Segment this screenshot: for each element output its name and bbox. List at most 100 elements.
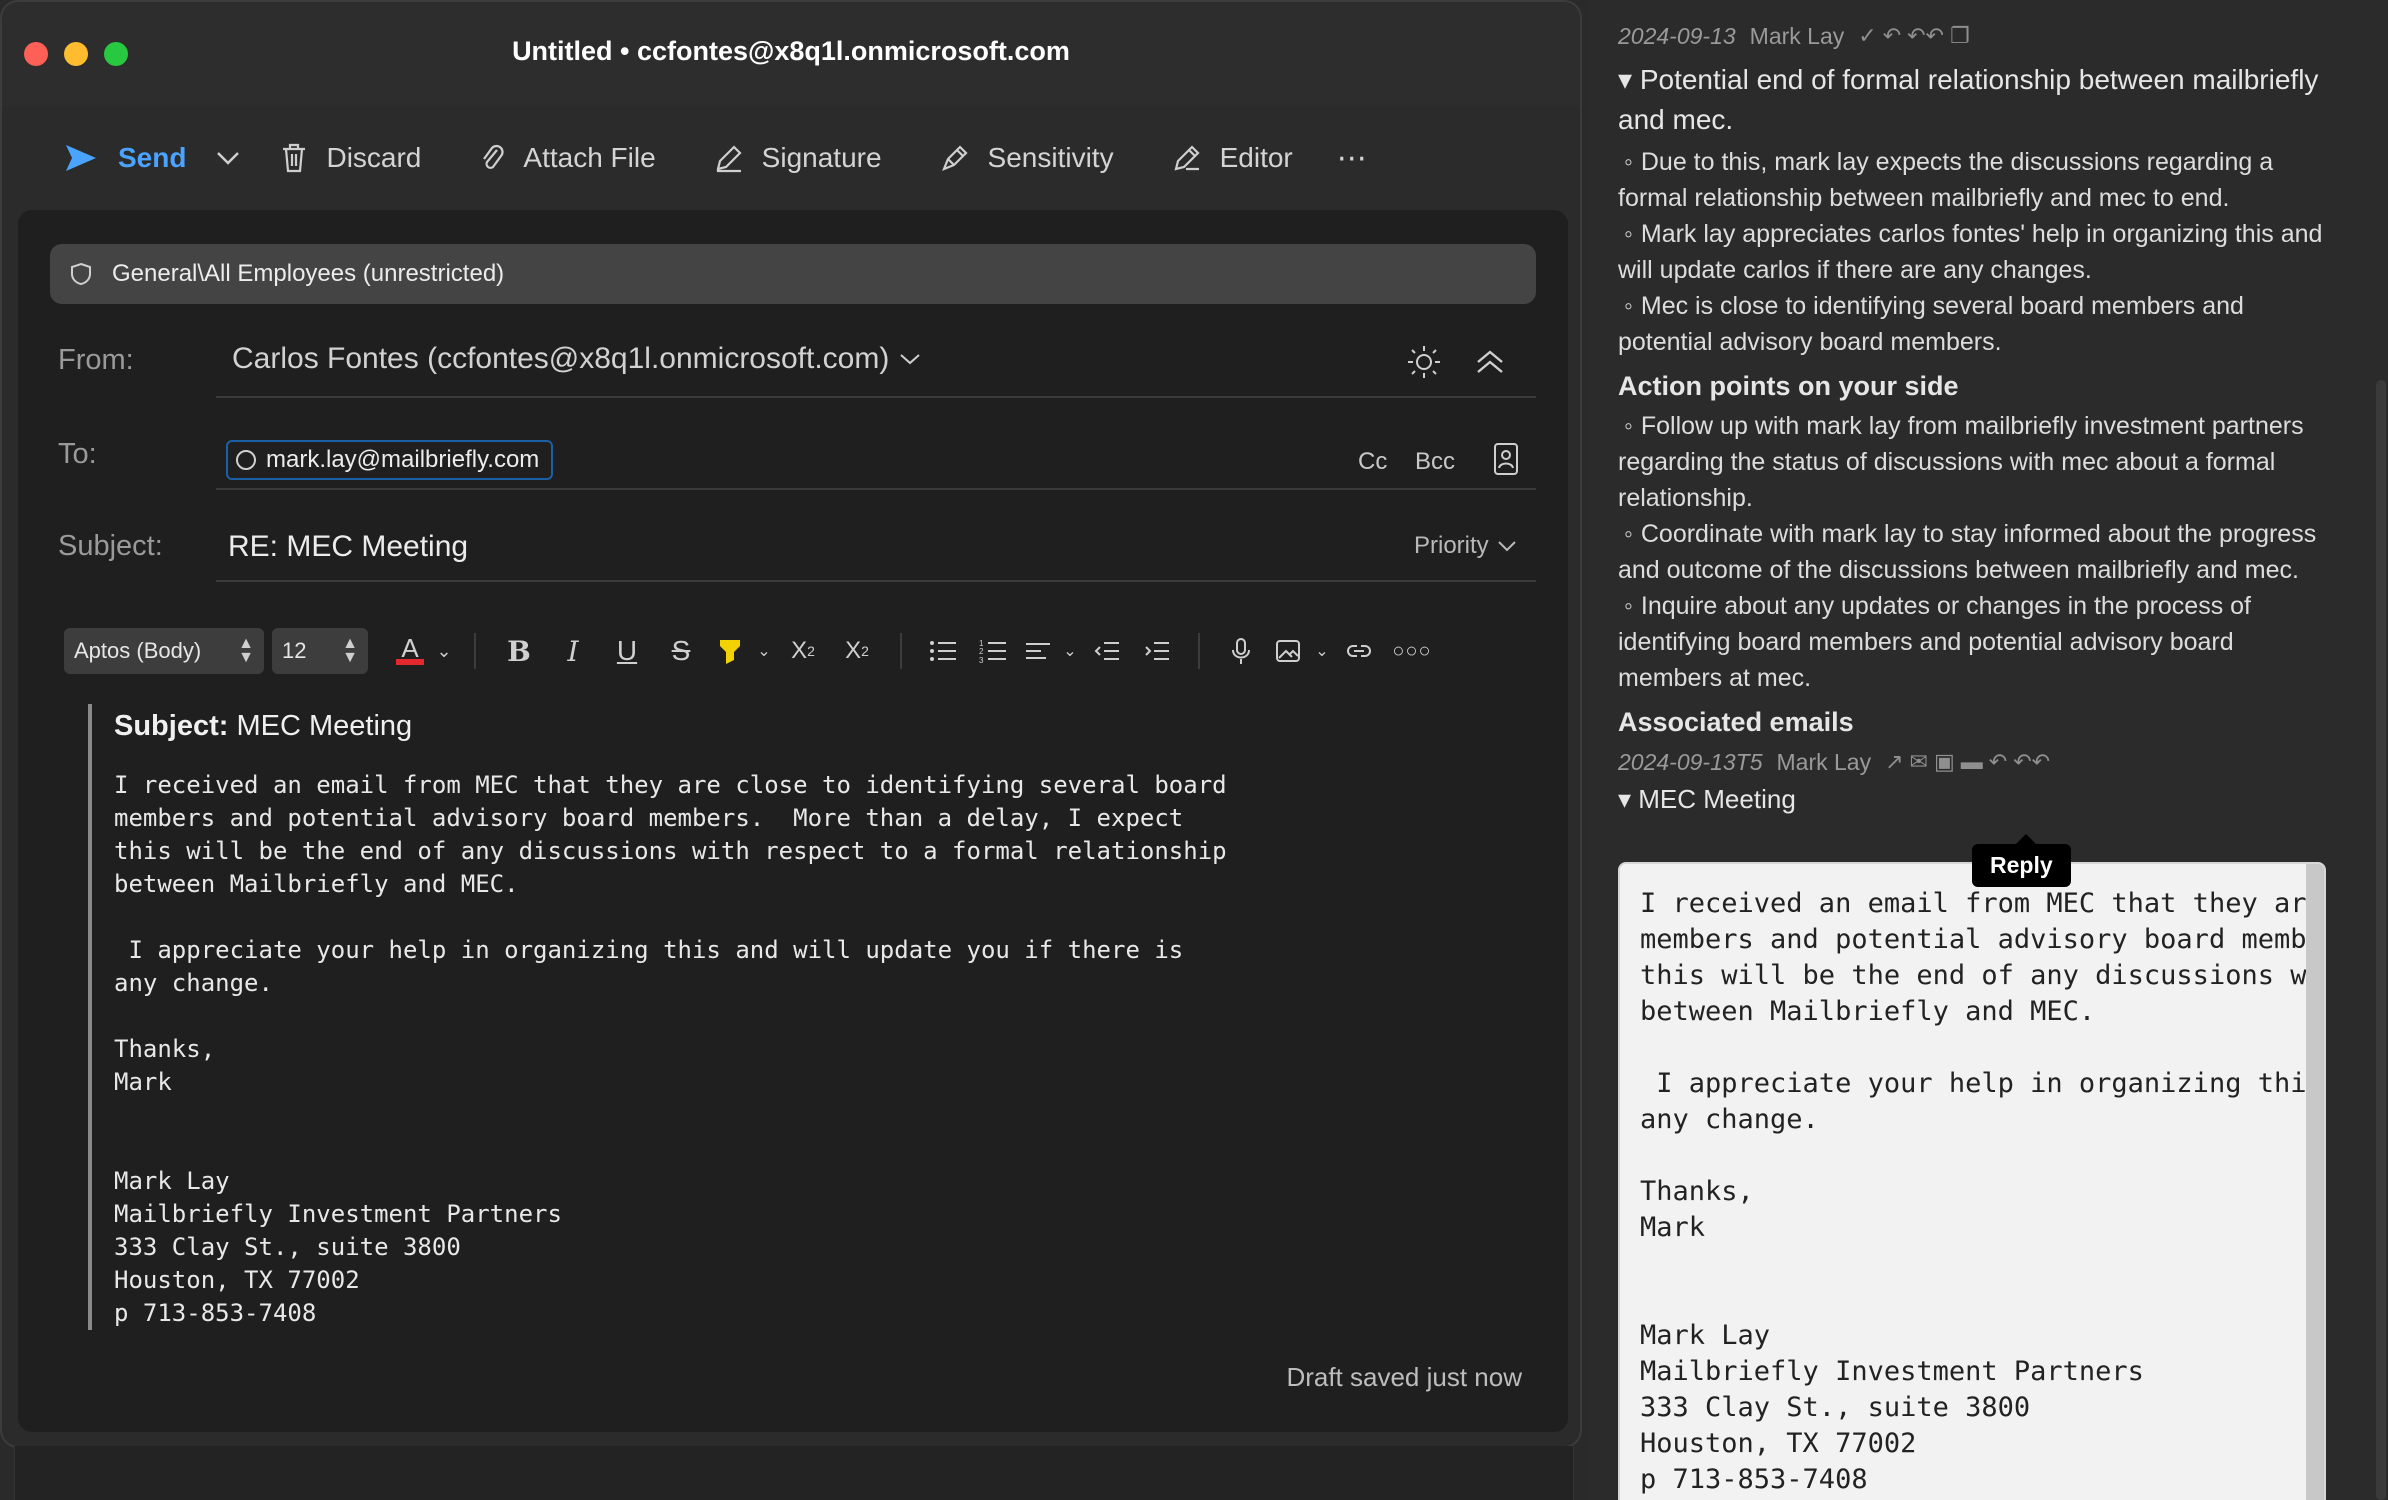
font-family-value: Aptos (Body) — [74, 638, 202, 663]
editor-pen-icon — [1174, 145, 1200, 171]
bold-button[interactable]: B — [492, 628, 546, 674]
recipient-chip[interactable]: mark.lay@mailbriefly.com — [226, 440, 554, 480]
link-icon — [1347, 645, 1371, 657]
superscript-button[interactable]: X2 — [776, 628, 830, 674]
reply-all-icon[interactable]: ↶↶ — [2013, 744, 2050, 780]
highlight-dropdown[interactable]: ⌄ — [752, 628, 776, 674]
svg-text:3: 3 — [979, 656, 984, 664]
sensitivity-button[interactable]: Sensitivity — [940, 142, 1114, 174]
to-divider — [216, 488, 1536, 490]
reply-icon[interactable]: ↶ — [1883, 18, 1901, 54]
reply-icon[interactable]: ↶ — [1989, 744, 2007, 780]
reply-all-icon[interactable]: ↶↶ — [1907, 18, 1944, 54]
sensitivity-bar[interactable]: General\All Employees (unrestricted) — [50, 244, 1536, 304]
draft-status: Draft saved just now — [1286, 1362, 1522, 1392]
email-actions: ✓ ↶ ↶↶ ❐ — [1858, 18, 1969, 54]
action-points: Follow up with mark lay from mailbriefly… — [1618, 408, 2338, 696]
send-button[interactable]: Send — [64, 142, 186, 174]
increase-indent-button[interactable] — [1132, 628, 1182, 674]
picture-dropdown[interactable]: ⌄ — [1310, 628, 1334, 674]
highlight-button[interactable] — [708, 628, 752, 674]
collapse-header-icon[interactable] — [1474, 346, 1506, 378]
toolbar-separator — [1198, 633, 1200, 669]
numbered-list-button[interactable]: 123 — [968, 628, 1018, 674]
insert-picture-button[interactable] — [1266, 628, 1310, 674]
font-color-button[interactable]: A — [390, 628, 430, 674]
font-family-select[interactable]: Aptos (Body) ▲ ▼ — [64, 628, 264, 674]
dictate-button[interactable] — [1216, 628, 1266, 674]
tag-pencil-icon — [941, 145, 968, 171]
chevron-down-icon — [900, 354, 921, 365]
align-left-icon — [1026, 643, 1050, 659]
email-preview[interactable]: I received an email from MEC that they a… — [1618, 862, 2326, 1500]
font-color-dropdown[interactable]: ⌄ — [430, 628, 458, 674]
quoted-subject-value: MEC Meeting — [236, 710, 413, 742]
associated-email-date: 2024-09-13T5 — [1618, 749, 1763, 775]
mail-icon[interactable]: ✉ — [1910, 744, 1928, 780]
editor-label: Editor — [1219, 142, 1293, 173]
font-size-select[interactable]: 12 ▲ ▼ — [272, 628, 368, 674]
decrease-indent-button[interactable] — [1082, 628, 1132, 674]
summary-panel: 2024-09-13 Mark Lay ✓ ↶ ↶↶ ❐ ▾ Potential… — [1588, 0, 2388, 1500]
microphone-icon — [1232, 638, 1250, 664]
compose-card: General\All Employees (unrestricted) Fro… — [18, 210, 1568, 1432]
editor-button[interactable]: Editor — [1172, 142, 1293, 174]
send-icon — [66, 145, 96, 171]
check-icon[interactable]: ✓ — [1858, 18, 1876, 54]
underline-button[interactable]: U — [600, 628, 654, 674]
send-options-button[interactable] — [216, 150, 240, 166]
more-options-button[interactable]: ⋯ — [1337, 141, 1369, 176]
align-button[interactable] — [1018, 628, 1058, 674]
subject-input[interactable]: RE: MEC Meeting — [228, 530, 468, 564]
italic-button[interactable]: I — [546, 628, 600, 674]
preview-scrollbar[interactable] — [2306, 864, 2324, 1500]
updown-icon: ▲ ▼ — [342, 635, 358, 666]
open-external-icon[interactable]: ↗ — [1885, 744, 1903, 780]
cc-button[interactable]: Cc — [1358, 448, 1387, 476]
more-format-button[interactable]: ○○○ — [1384, 628, 1440, 674]
attach-file-button[interactable]: Attach File — [479, 142, 656, 174]
delete-icon[interactable]: ▬ — [1961, 744, 1983, 780]
chevron-down-icon — [217, 152, 240, 165]
archive-icon[interactable]: ▣ — [1934, 744, 1955, 780]
highlighter-icon — [720, 640, 740, 664]
from-divider — [216, 396, 1536, 398]
svg-text:2: 2 — [979, 647, 984, 656]
message-body[interactable]: Subject: MEC Meeting I received an email… — [88, 704, 1388, 1330]
associated-email-title[interactable]: ▾ MEC Meeting — [1618, 782, 2338, 816]
associated-emails-heading: Associated emails — [1618, 707, 1854, 737]
presence-icon — [236, 450, 256, 470]
align-dropdown[interactable]: ⌄ — [1058, 628, 1082, 674]
address-book-icon[interactable] — [1492, 442, 1520, 476]
associated-email-sender: Mark Lay — [1776, 749, 1872, 775]
recipient-address: mark.lay@mailbriefly.com — [266, 446, 540, 473]
from-dropdown[interactable]: Carlos Fontes (ccfontes@x8q1l.onmicrosof… — [232, 342, 921, 376]
subscript-button[interactable]: X2 — [830, 628, 884, 674]
insert-link-button[interactable] — [1334, 628, 1384, 674]
copy-icon[interactable]: ❐ — [1950, 18, 1970, 54]
priority-label: Priority — [1414, 532, 1489, 559]
signature-label: Signature — [761, 142, 882, 173]
quoted-subject: Subject: MEC Meeting — [114, 710, 1388, 743]
font-color-icon: A — [401, 633, 419, 663]
image-icon — [1276, 640, 1300, 662]
priority-dropdown[interactable]: Priority — [1414, 532, 1517, 560]
discard-label: Discard — [326, 142, 422, 173]
paperclip-icon — [483, 144, 504, 169]
summary-title[interactable]: ▾ Potential end of formal relationship b… — [1618, 60, 2338, 140]
action-point: Inquire about any updates or changes in … — [1618, 588, 2338, 696]
action-points-heading: Action points on your side — [1618, 371, 1959, 401]
signature-button[interactable]: Signature — [714, 142, 882, 174]
to-label: To: — [58, 438, 97, 470]
discard-button[interactable]: Discard — [280, 142, 421, 174]
strikethrough-button[interactable]: S — [654, 628, 708, 674]
associated-email-meta: 2024-09-13T5 Mark Lay ↗ ✉ ▣ ▬ ↶ ↶↶ — [1618, 744, 2338, 780]
background-window-edge — [14, 1446, 1574, 1500]
attach-file-label: Attach File — [523, 142, 656, 173]
bullet-list-button[interactable] — [918, 628, 968, 674]
panel-scrollbar[interactable] — [2376, 380, 2386, 1500]
bcc-button[interactable]: Bcc — [1415, 448, 1455, 476]
send-label: Send — [118, 142, 187, 173]
brightness-icon[interactable] — [1406, 344, 1442, 380]
numbered-list-icon: 123 — [979, 639, 1006, 664]
